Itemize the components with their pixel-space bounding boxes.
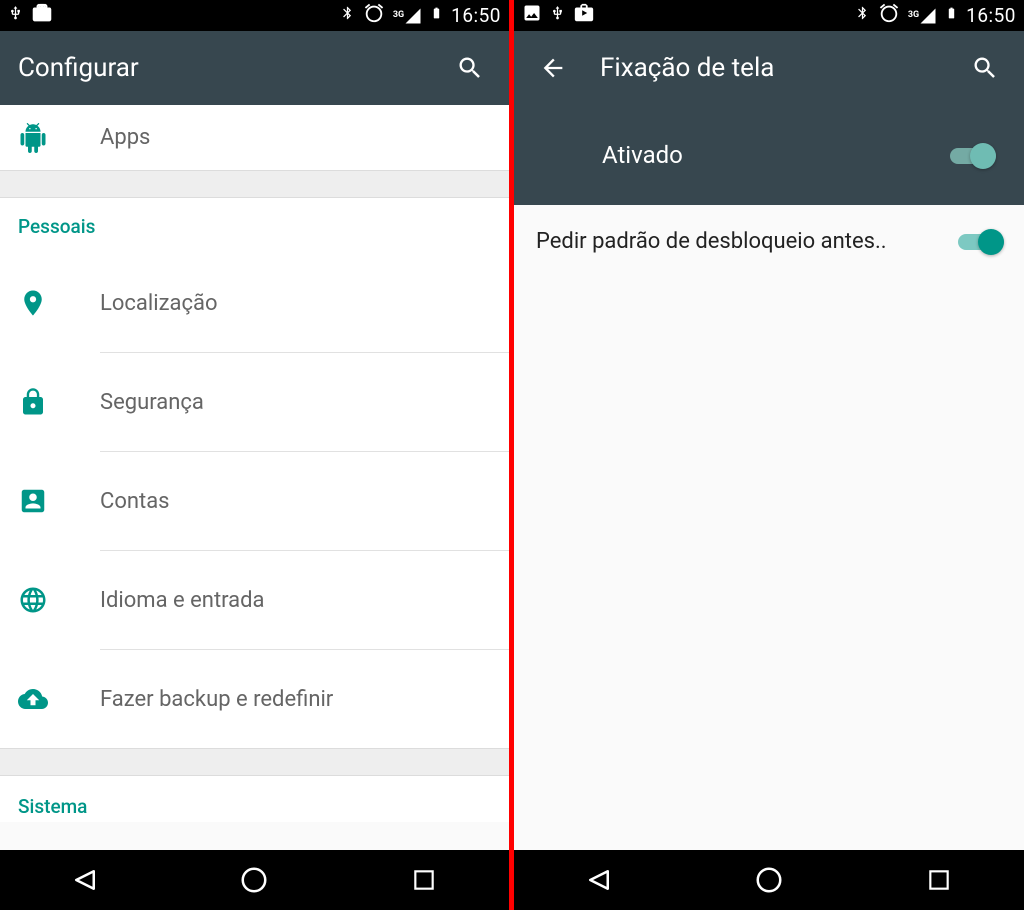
- play-store-icon: [31, 2, 53, 29]
- usb-icon: [8, 2, 23, 29]
- clock-readout: 16:50: [451, 4, 501, 27]
- clock-readout: 16:50: [966, 4, 1016, 27]
- option-toggle-switch[interactable]: [958, 227, 1004, 255]
- nav-home-button[interactable]: [214, 856, 294, 904]
- signal-indicator: 3G: [908, 7, 937, 25]
- app-bar: Fixação de tela Ativado: [514, 31, 1024, 205]
- settings-item-apps[interactable]: Apps: [0, 105, 509, 170]
- alarm-icon: [878, 2, 900, 29]
- option-label: Pedir padrão de desbloqueio antes..: [536, 229, 958, 254]
- settings-list: Apps Pessoais Localização Segurança: [0, 105, 509, 850]
- master-toggle-row[interactable]: Ativado: [514, 105, 1024, 205]
- nav-back-button[interactable]: [559, 856, 639, 904]
- master-toggle-label: Ativado: [602, 141, 950, 169]
- settings-item-language[interactable]: Idioma e entrada: [0, 551, 509, 649]
- settings-item-label: Idioma e entrada: [100, 588, 265, 613]
- search-button[interactable]: [964, 47, 1006, 89]
- play-store-icon: [573, 2, 595, 29]
- back-button[interactable]: [532, 47, 574, 89]
- nav-recent-button[interactable]: [899, 856, 979, 904]
- account-icon: [18, 486, 100, 516]
- settings-item-backup[interactable]: Fazer backup e redefinir: [0, 650, 509, 748]
- section-divider: [0, 170, 509, 198]
- options-area: Pedir padrão de desbloqueio antes..: [514, 205, 1024, 850]
- status-bar: 3G 16:50: [0, 0, 509, 31]
- screen-pinning-screen: 3G 16:50 Fixação de tela A: [514, 0, 1024, 910]
- nav-home-button[interactable]: [729, 856, 809, 904]
- battery-icon: [430, 2, 443, 29]
- usb-icon: [550, 2, 565, 29]
- nav-back-button[interactable]: [45, 856, 125, 904]
- settings-item-label: Fazer backup e redefinir: [100, 687, 333, 712]
- image-icon: [522, 3, 542, 28]
- option-row-unlock-pattern[interactable]: Pedir padrão de desbloqueio antes..: [514, 205, 1024, 277]
- settings-item-accounts[interactable]: Contas: [0, 452, 509, 550]
- settings-item-label: Apps: [100, 125, 150, 150]
- app-bar: Configurar: [0, 31, 509, 105]
- signal-indicator: 3G: [393, 7, 422, 25]
- settings-screen: 3G 16:50 Configurar Apps: [0, 0, 509, 910]
- cloud-upload-icon: [18, 684, 100, 714]
- globe-icon: [18, 585, 100, 615]
- page-title: Configurar: [18, 53, 449, 83]
- navigation-bar: [514, 850, 1024, 910]
- lock-icon: [18, 387, 100, 417]
- settings-item-location[interactable]: Localização: [0, 254, 509, 352]
- battery-icon: [945, 2, 958, 29]
- settings-item-security[interactable]: Segurança: [0, 353, 509, 451]
- section-header-personal: Pessoais: [0, 198, 509, 254]
- location-icon: [18, 288, 100, 318]
- status-bar: 3G 16:50: [514, 0, 1024, 31]
- alarm-icon: [363, 2, 385, 29]
- nav-recent-button[interactable]: [384, 856, 464, 904]
- settings-item-label: Localização: [100, 291, 218, 316]
- bluetooth-icon: [855, 2, 870, 29]
- section-header-system: Sistema: [0, 776, 509, 822]
- page-title: Fixação de tela: [574, 53, 964, 83]
- android-icon: [18, 123, 100, 153]
- section-divider: [0, 748, 509, 776]
- search-button[interactable]: [449, 47, 491, 89]
- navigation-bar: [0, 850, 509, 910]
- master-toggle-switch[interactable]: [950, 141, 996, 169]
- settings-item-label: Segurança: [100, 390, 204, 415]
- settings-item-label: Contas: [100, 489, 170, 514]
- bluetooth-icon: [340, 2, 355, 29]
